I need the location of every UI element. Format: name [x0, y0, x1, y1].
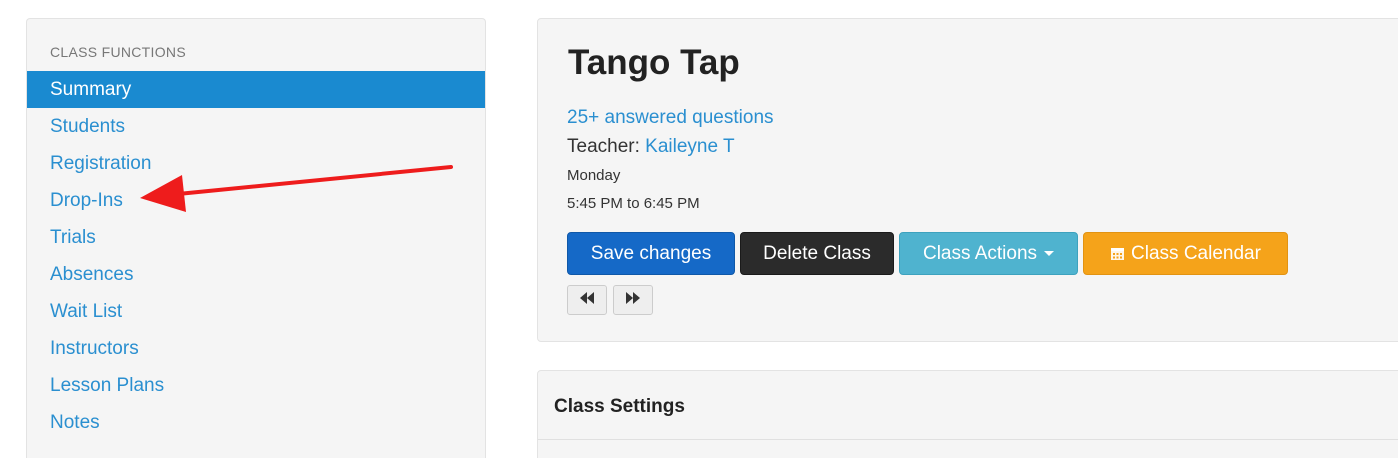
answered-questions-link[interactable]: 25+ answered questions [567, 107, 774, 129]
class-actions-dropdown-button[interactable]: Class Actions [899, 232, 1078, 275]
sidebar-item-summary[interactable]: Summary [27, 71, 485, 108]
teacher-line: Teacher: Kaileyne T [567, 136, 735, 158]
save-changes-button[interactable]: Save changes [567, 232, 735, 275]
class-day: Monday [567, 167, 621, 184]
class-title: Tango Tap [568, 43, 740, 82]
class-settings-title: Class Settings [554, 396, 685, 417]
sidebar-item-trials[interactable]: Trials [27, 219, 485, 256]
caret-down-icon [1044, 251, 1055, 256]
sidebar-item-drop-ins[interactable]: Drop-Ins [27, 182, 485, 219]
sidebar-item-notes[interactable]: Notes [27, 404, 485, 441]
sidebar-item-registration[interactable]: Registration [27, 145, 485, 182]
class-settings-panel: Class Settings [537, 370, 1398, 458]
class-summary-panel: Tango Tap 25+ answered questions Teacher… [537, 18, 1398, 342]
previous-class-button[interactable] [567, 285, 607, 315]
fast-forward-icon [625, 291, 641, 309]
sidebar-heading: CLASS FUNCTIONS [50, 44, 186, 60]
class-functions-sidebar: CLASS FUNCTIONS Summary Students Registr… [26, 18, 486, 458]
sidebar-item-instructors[interactable]: Instructors [27, 330, 485, 367]
calendar-icon [1110, 246, 1125, 261]
fast-backward-icon [579, 291, 595, 309]
class-calendar-button[interactable]: Class Calendar [1083, 232, 1288, 275]
sidebar-item-absences[interactable]: Absences [27, 256, 485, 293]
delete-class-button[interactable]: Delete Class [740, 232, 894, 275]
sidebar-item-students[interactable]: Students [27, 108, 485, 145]
next-class-button[interactable] [613, 285, 653, 315]
teacher-name-link[interactable]: Kaileyne T [645, 136, 734, 157]
sidebar-item-wait-list[interactable]: Wait List [27, 293, 485, 330]
class-calendar-label: Class Calendar [1131, 242, 1261, 264]
class-actions-label: Class Actions [922, 242, 1038, 264]
class-time: 5:45 PM to 6:45 PM [567, 195, 700, 212]
teacher-label: Teacher: [567, 136, 640, 157]
delete-class-label: Delete Class [763, 242, 871, 264]
save-changes-label: Save changes [590, 242, 712, 264]
class-functions-nav: Summary Students Registration Drop-Ins T… [27, 71, 485, 441]
sidebar-item-lesson-plans[interactable]: Lesson Plans [27, 367, 485, 404]
settings-divider [538, 439, 1398, 440]
